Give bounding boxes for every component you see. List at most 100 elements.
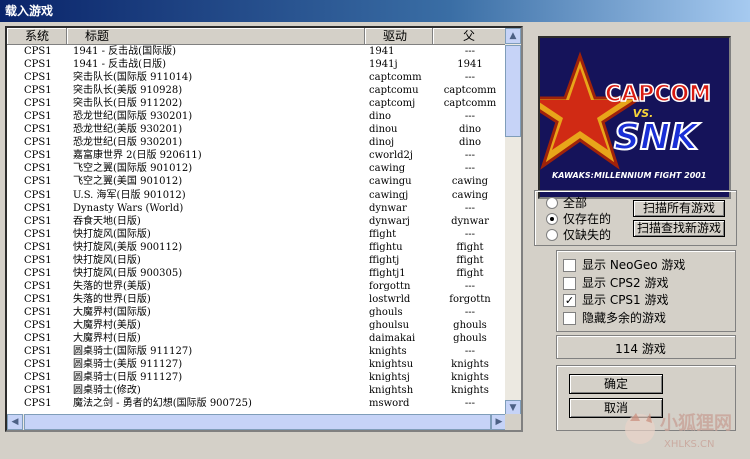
cell-parent: knights [451,385,489,397]
radio-missing[interactable]: 仅缺失的 [546,228,611,242]
cell-system: CPS1 [24,215,52,227]
cell-parent: ffight [456,241,484,253]
cell-title: 吞食天地(日版) [73,215,141,227]
cell-driver: dynwarj [369,215,410,227]
vertical-scroll-thumb[interactable] [505,45,521,137]
radio-all[interactable]: 全部 [546,196,587,210]
ok-button[interactable]: 确定 [569,374,663,394]
cell-system: CPS1 [24,319,52,331]
cell-system: CPS1 [24,59,52,71]
checkbox-neogeo-label: 显示 NeoGeo 游戏 [582,258,686,272]
radio-existing[interactable]: 仅存在的 [546,212,611,226]
checkbox-neogeo[interactable]: 显示 NeoGeo 游戏 [563,258,685,272]
table-row[interactable]: CPS1 大魔界村(美版) ghoulsu ghouls [7,319,507,332]
table-row[interactable]: CPS1 失落的世界(美版) forgottn --- [7,280,507,293]
cell-system: CPS1 [24,189,52,201]
radio-missing-circle[interactable] [546,229,558,241]
cell-system: CPS1 [24,293,52,305]
cell-title: 突击队长(美版 910928) [73,85,183,97]
table-row[interactable]: CPS1 恐龙世纪(美版 930201) dinou dino [7,123,507,136]
cell-parent: captcomm [443,98,497,110]
table-row[interactable]: CPS1 快打旋风(国际版) ffight --- [7,228,507,241]
table-row[interactable]: CPS1 1941 - 反击战(国际版) 1941 --- [7,45,507,58]
cell-driver: cawingu [369,176,412,188]
table-row[interactable]: CPS1 大魔界村(日版) daimakai ghouls [7,332,507,345]
vertical-scrollbar[interactable]: ▲ ▼ [505,28,521,416]
scroll-up-button[interactable]: ▲ [505,28,521,44]
column-header-system[interactable]: 系统 [7,28,67,45]
cell-parent: captcomm [443,85,497,97]
logo-capcom-text: CAPCOM [605,82,711,107]
table-row[interactable]: CPS1 大魔界村(国际版) ghouls --- [7,306,507,319]
cell-system: CPS1 [24,228,52,240]
table-row[interactable]: CPS1 飞空之翼(美国 901012) cawingu cawing [7,175,507,188]
cell-title: U.S. 海军(日版 901012) [73,189,186,201]
table-row[interactable]: CPS1 突击队长(日版 911202) captcomj captcomm [7,97,507,110]
table-row[interactable]: CPS1 Dynasty Wars (World) dynwar --- [7,202,507,215]
horizontal-scroll-thumb[interactable] [24,414,491,430]
watermark-url: XHLKS.CN [664,439,715,450]
cell-driver: captcomm [369,72,422,84]
table-row[interactable]: CPS1 快打旋风(日版 900305) ffightj1 ffight [7,267,507,280]
cell-driver: captcomu [369,85,419,97]
radio-existing-label: 仅存在的 [563,212,612,226]
table-row[interactable]: CPS1 圆桌骑士(修改) knightsh knights [7,384,507,397]
cell-driver: dino [369,111,392,123]
cell-system: CPS1 [24,385,52,397]
scroll-left-button[interactable]: ◀ [7,414,23,430]
cell-title: 快打旋风(国际版) [73,228,151,240]
horizontal-scrollbar[interactable]: ◀ ▶ [7,414,507,430]
checkbox-cps2[interactable]: 显示 CPS2 游戏 [563,276,669,290]
cell-parent: --- [464,346,476,358]
column-header-parent[interactable]: 父 [433,28,507,45]
cell-parent: --- [464,228,476,240]
radio-all-circle[interactable] [546,197,558,209]
fox-watermark-icon: 小狐狸网 XHLKS.CN [625,412,732,450]
cell-driver: cawingj [369,189,409,201]
table-row[interactable]: CPS1 快打旋风(美版 900112) ffightu ffight [7,241,507,254]
table-row[interactable]: CPS1 失落的世界(日版) lostwrld forgottn [7,293,507,306]
table-row[interactable]: CPS1 快打旋风(日版) ffightj ffight [7,254,507,267]
checkbox-hide-extra[interactable]: 隐藏多余的游戏 [563,311,666,325]
checkbox-neogeo-box[interactable] [563,258,576,272]
cell-parent: --- [464,72,476,84]
table-row[interactable]: CPS1 嘉富康世界 2(日版 920611) cworld2j --- [7,149,507,162]
column-header-driver[interactable]: 驱动 [365,28,433,45]
logo-snk-text: SNK [614,117,701,158]
cell-system: CPS1 [24,137,52,149]
table-row[interactable]: CPS1 恐龙世纪(国际版 930201) dino --- [7,110,507,123]
scan-all-games-button[interactable]: 扫描所有游戏 [633,200,725,217]
table-row[interactable]: CPS1 U.S. 海军(日版 901012) cawingj cawing [7,189,507,202]
list-header: 系统 标题 驱动 父 [7,28,507,45]
scroll-corner [505,414,521,430]
table-row[interactable]: CPS1 1941 - 反击战(日版) 1941j 1941 [7,58,507,71]
table-row[interactable]: CPS1 突击队长(美版 910928) captcomu captcomm [7,84,507,97]
load-game-dialog: 系统 标题 驱动 父 CPS1 1941 - 反击战(国际版) 1941 --- CPS… [0,22,750,450]
cell-system: CPS1 [24,85,52,97]
cell-title: 突击队长(日版 911202) [73,98,183,110]
cell-parent: --- [464,150,476,162]
table-row[interactable]: CPS1 圆桌骑士(美版 911127) knightsu knights [7,358,507,371]
table-row[interactable]: CPS1 魔法之剑 - 勇者的幻想(国际版 900725) msword --- [7,397,507,410]
scan-new-games-button[interactable]: 扫描查找新游戏 [633,220,725,237]
table-row[interactable]: CPS1 恐龙世纪(日版 930201) dinoj dino [7,136,507,149]
window-title: 载入游戏 [0,0,750,22]
table-row[interactable]: CPS1 圆桌骑士(国际版 911127) knights --- [7,345,507,358]
table-row[interactable]: CPS1 吞食天地(日版) dynwarj dynwar [7,215,507,228]
table-row[interactable]: CPS1 突击队长(国际版 911014) captcomm --- [7,71,507,84]
checkbox-cps2-box[interactable] [563,276,576,290]
checkbox-cps1-label: 显示 CPS1 游戏 [582,293,669,307]
capcom-vs-snk-logo: CAPCOM VS. SNK KAWAKS: MILLENNIUM FIGHT … [540,38,729,197]
cell-title: 魔法之剑 - 勇者的幻想(国际版 900725) [73,398,252,410]
cell-driver: knightsj [369,372,410,384]
cell-driver: dinoj [369,137,395,149]
checkbox-cps1[interactable]: ✓ 显示 CPS1 游戏 [563,293,669,307]
checkbox-hide-extra-box[interactable] [563,311,576,325]
game-list[interactable]: 系统 标题 驱动 父 CPS1 1941 - 反击战(国际版) 1941 --- CPS… [5,26,523,432]
radio-existing-circle[interactable] [546,213,558,225]
radio-all-label: 全部 [563,196,588,210]
table-row[interactable]: CPS1 圆桌骑士(日版 911127) knightsj knights [7,371,507,384]
table-row[interactable]: CPS1 飞空之翼(国际版 901012) cawing --- [7,162,507,175]
checkbox-cps1-box[interactable]: ✓ [563,293,576,307]
column-header-title[interactable]: 标题 [67,28,365,45]
